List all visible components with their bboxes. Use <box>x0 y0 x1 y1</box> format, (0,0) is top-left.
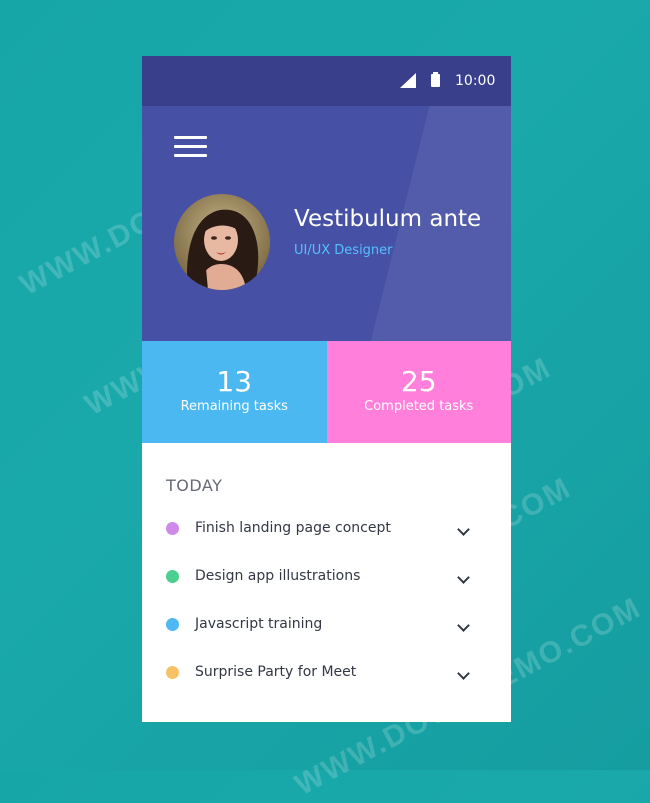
completed-count: 25 <box>400 365 437 398</box>
chevron-down-icon[interactable] <box>457 523 470 536</box>
task-list: Finish landing page concept Design app i… <box>142 506 511 698</box>
completed-label: Completed tasks <box>364 399 474 414</box>
chevron-down-icon[interactable] <box>457 667 470 680</box>
avatar-image <box>174 194 270 290</box>
task-dot-icon <box>166 666 179 679</box>
status-bar: 10:00 <box>142 56 511 106</box>
status-time: 10:00 <box>455 73 496 89</box>
phone-screen: 10:00 Vestibulum ante UI/UX Designer 13 … <box>142 56 511 722</box>
task-dot-icon <box>166 570 179 583</box>
profile-name: Vestibulum ante <box>294 206 482 232</box>
completed-tasks-card[interactable]: 25 Completed tasks <box>326 341 511 443</box>
profile-header: Vestibulum ante UI/UX Designer <box>142 106 511 341</box>
task-item[interactable]: Finish landing page concept <box>142 506 511 554</box>
task-label: Javascript training <box>195 616 323 632</box>
task-stats: 13 Remaining tasks 25 Completed tasks <box>142 341 511 443</box>
task-dot-icon <box>166 618 179 631</box>
profile-role: UI/UX Designer <box>294 243 393 258</box>
task-label: Surprise Party for Meet <box>195 664 357 680</box>
remaining-tasks-card[interactable]: 13 Remaining tasks <box>142 341 327 443</box>
hamburger-icon[interactable] <box>174 136 207 162</box>
task-item[interactable]: Design app illustrations <box>142 554 511 602</box>
task-label: Design app illustrations <box>195 568 361 584</box>
task-item[interactable]: Surprise Party for Meet <box>142 650 511 698</box>
task-dot-icon <box>166 522 179 535</box>
signal-icon <box>400 73 416 88</box>
battery-icon <box>431 72 440 87</box>
task-label: Finish landing page concept <box>195 520 391 536</box>
avatar <box>174 194 270 290</box>
remaining-label: Remaining tasks <box>180 399 288 414</box>
section-title: TODAY <box>166 476 223 495</box>
chevron-down-icon[interactable] <box>457 619 470 632</box>
task-item[interactable]: Javascript training <box>142 602 511 650</box>
remaining-count: 13 <box>216 365 253 398</box>
chevron-down-icon[interactable] <box>457 571 470 584</box>
